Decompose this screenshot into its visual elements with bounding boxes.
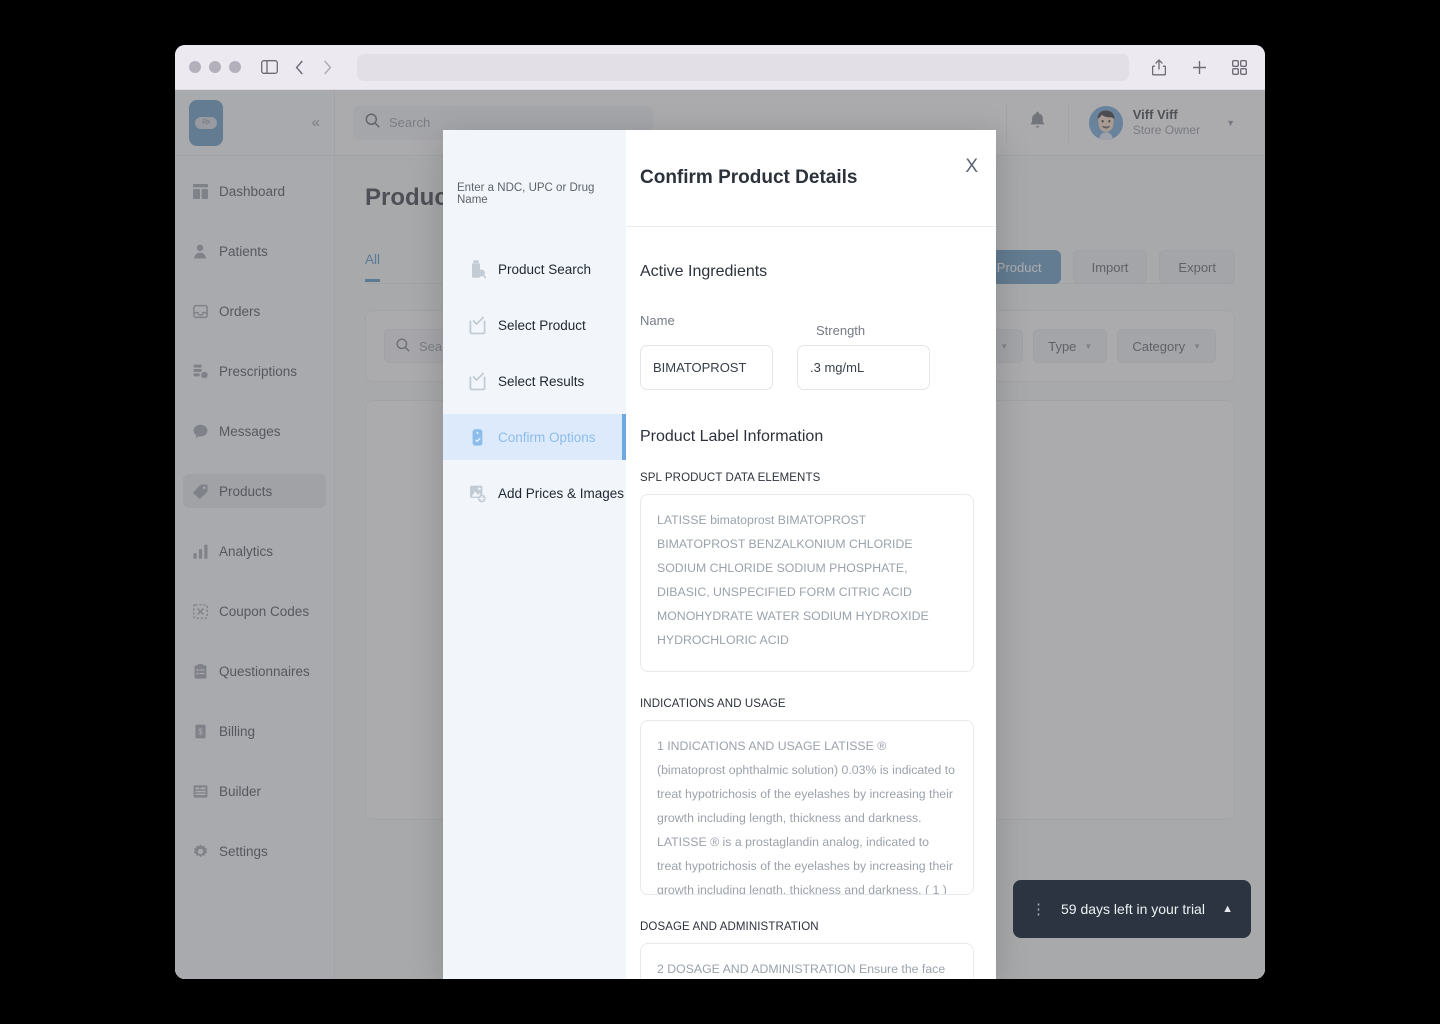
label-heading: INDICATIONS AND USAGE bbox=[640, 698, 786, 710]
close-window-button[interactable] bbox=[189, 61, 201, 73]
browser-nav-buttons bbox=[287, 56, 339, 78]
browser-chrome bbox=[175, 45, 1265, 90]
app-viewport: Rx « Dashboard Patients Orders bbox=[175, 90, 1265, 979]
ingredient-field-labels: Name Strength bbox=[640, 313, 974, 338]
modal-header: Confirm Product Details X bbox=[626, 130, 996, 227]
close-icon[interactable]: X bbox=[965, 157, 978, 176]
triangle-up-icon[interactable]: ▲ bbox=[1222, 903, 1233, 915]
url-bar[interactable] bbox=[357, 53, 1129, 81]
modal-body: Confirm Product Details X Active Ingredi… bbox=[626, 130, 996, 979]
name-label: Name bbox=[640, 313, 675, 328]
forward-icon[interactable] bbox=[315, 56, 339, 78]
tag-check-icon bbox=[469, 428, 486, 447]
back-icon[interactable] bbox=[287, 56, 311, 78]
step-label: Select Results bbox=[498, 373, 585, 389]
label-block-indications: INDICATIONS AND USAGE 1 INDICATIONS AND … bbox=[640, 698, 974, 895]
step-label: Add Prices & Images bbox=[498, 485, 625, 501]
label-heading: SPL PRODUCT DATA ELEMENTS bbox=[640, 472, 821, 484]
checkbox-icon bbox=[469, 371, 486, 391]
checkbox-icon bbox=[469, 315, 486, 335]
tab-overview-icon[interactable] bbox=[1227, 56, 1251, 78]
trial-toast-text: 59 days left in your trial bbox=[1061, 901, 1205, 917]
modal-steps-rail: Enter a NDC, UPC or Drug Name Product Se… bbox=[443, 130, 626, 979]
step-select-product[interactable]: Select Product bbox=[443, 302, 626, 348]
kebab-menu-icon[interactable]: ⋮ bbox=[1031, 902, 1047, 917]
label-block-dosage: DOSAGE AND ADMINISTRATION 2 DOSAGE AND A… bbox=[640, 921, 974, 979]
browser-window: Rx « Dashboard Patients Orders bbox=[175, 45, 1265, 979]
new-tab-icon[interactable] bbox=[1187, 56, 1211, 78]
modal-title: Confirm Product Details bbox=[640, 167, 858, 188]
ingredient-name-input[interactable]: BIMATOPROST bbox=[640, 345, 773, 390]
spl-product-data-elements-textarea[interactable]: LATISSE bimatoprost BIMATOPROST BIMATOPR… bbox=[640, 494, 974, 672]
sidebar-toggle-icon[interactable] bbox=[257, 56, 281, 78]
active-ingredients-title: Active Ingredients bbox=[640, 263, 768, 280]
label-heading: DOSAGE AND ADMINISTRATION bbox=[640, 921, 819, 933]
ingredient-fields: BIMATOPROST .3 mg/mL bbox=[640, 345, 974, 390]
step-add-prices-images[interactable]: Add Prices & Images bbox=[443, 470, 626, 516]
modal-content: Active Ingredients Name Strength BIMATOP… bbox=[626, 227, 996, 979]
bottle-search-icon bbox=[469, 259, 486, 279]
image-plus-icon bbox=[469, 484, 486, 503]
step-product-search[interactable]: Product Search bbox=[443, 246, 626, 292]
step-confirm-options[interactable]: Confirm Options bbox=[443, 414, 626, 460]
step-label: Confirm Options bbox=[498, 429, 596, 445]
minimize-window-button[interactable] bbox=[209, 61, 221, 73]
trial-toast[interactable]: ⋮ 59 days left in your trial ▲ bbox=[1013, 880, 1251, 938]
step-select-results[interactable]: Select Results bbox=[443, 358, 626, 404]
step-label: Product Search bbox=[498, 261, 592, 277]
share-icon[interactable] bbox=[1147, 56, 1171, 78]
label-block-spl: SPL PRODUCT DATA ELEMENTS LATISSE bimato… bbox=[640, 472, 974, 672]
steps-hint: Enter a NDC, UPC or Drug Name bbox=[457, 182, 595, 206]
step-label: Select Product bbox=[498, 317, 586, 333]
ingredient-strength-input[interactable]: .3 mg/mL bbox=[797, 345, 930, 390]
browser-chrome-actions bbox=[1147, 56, 1251, 78]
indications-and-usage-textarea[interactable]: 1 INDICATIONS AND USAGE LATISSE ® (bimat… bbox=[640, 720, 974, 895]
zoom-window-button[interactable] bbox=[229, 61, 241, 73]
confirm-product-details-modal: Enter a NDC, UPC or Drug Name Product Se… bbox=[443, 130, 996, 979]
product-label-information-title: Product Label Information bbox=[640, 428, 824, 445]
strength-label: Strength bbox=[816, 323, 866, 338]
dosage-and-administration-textarea[interactable]: 2 DOSAGE AND ADMINISTRATION Ensure the f… bbox=[640, 943, 974, 979]
window-traffic-lights bbox=[189, 61, 241, 73]
